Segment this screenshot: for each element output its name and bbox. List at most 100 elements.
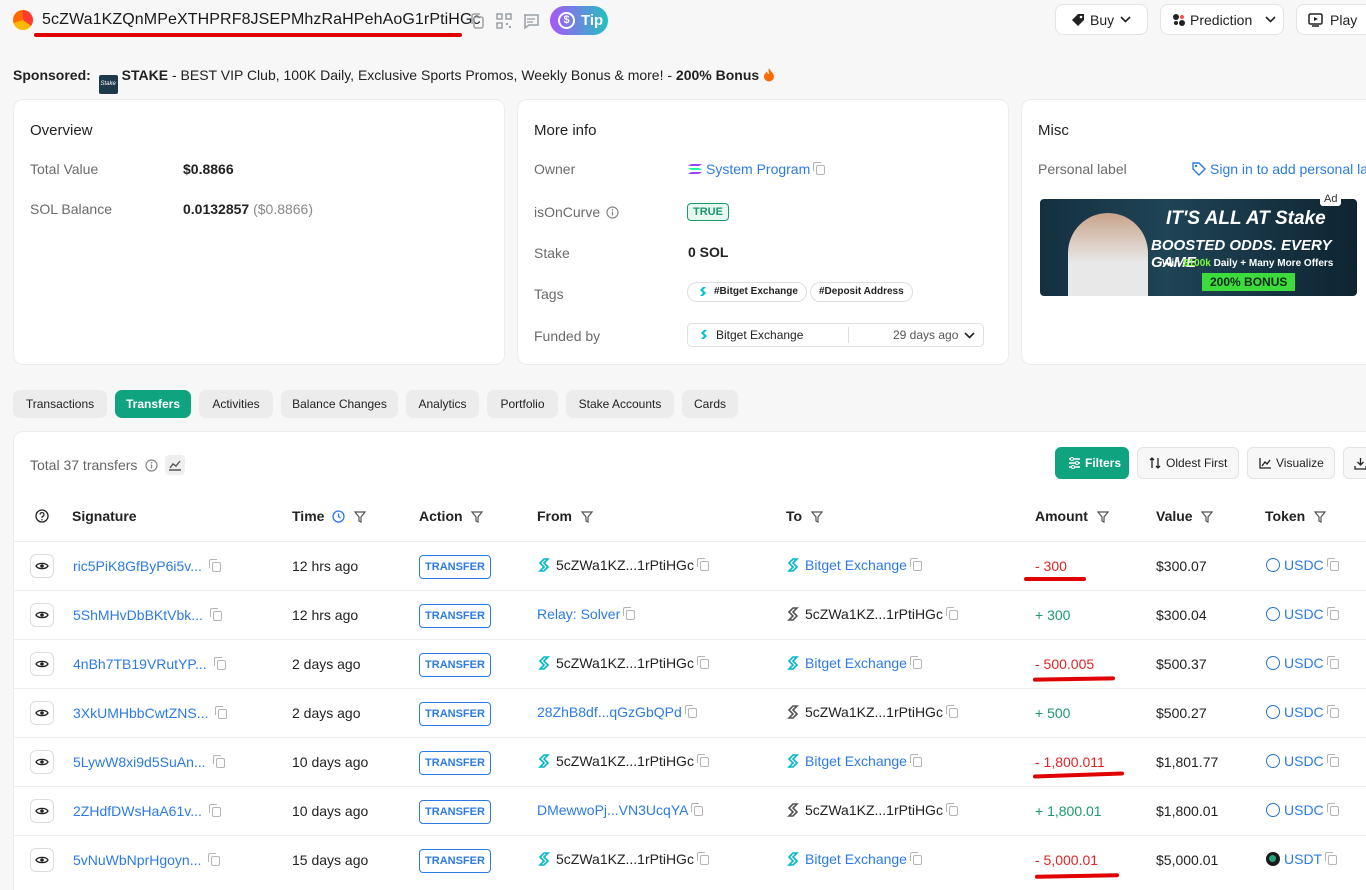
filter-icon[interactable] <box>353 511 367 523</box>
from-cell[interactable]: 5cZWa1KZ...1rPtiHGc <box>537 557 709 573</box>
tab-activities[interactable]: Activities <box>199 390 273 418</box>
visualize-button[interactable]: Visualize <box>1247 447 1335 479</box>
tab-transactions[interactable]: Transactions <box>13 390 107 418</box>
tab-transfers[interactable]: Transfers <box>115 390 191 418</box>
to-cell[interactable]: 5cZWa1KZ...1rPtiHGc <box>786 802 958 818</box>
copy-icon[interactable] <box>696 852 709 865</box>
signature-link[interactable]: 5LywW8xi9d5SuAn... <box>73 754 206 770</box>
signature-cell[interactable]: 4nBh7TB19VRutYP... <box>73 656 226 672</box>
tab-portfolio[interactable]: Portfolio <box>487 390 558 418</box>
from-cell[interactable]: 28ZhB8df...qGzGbQPd <box>537 704 697 720</box>
col-token[interactable]: Token <box>1265 508 1327 524</box>
from-address[interactable]: 5cZWa1KZ...1rPtiHGc <box>556 557 694 573</box>
from-cell[interactable]: DMewwoPj...VN3UcqYA <box>537 802 704 818</box>
copy-icon[interactable] <box>1326 754 1339 767</box>
help-icon[interactable] <box>35 509 49 523</box>
token-link[interactable]: USDC <box>1284 753 1324 769</box>
filter-icon[interactable] <box>580 511 594 523</box>
copy-icon[interactable] <box>684 705 697 718</box>
oldest-first-button[interactable]: Oldest First <box>1137 447 1239 479</box>
view-details-button[interactable] <box>30 750 54 774</box>
tab-balance-changes[interactable]: Balance Changes <box>281 390 398 418</box>
signature-link[interactable]: 4nBh7TB19VRutYP... <box>73 656 207 672</box>
to-cell[interactable]: Bitget Exchange <box>786 753 922 769</box>
view-details-button[interactable] <box>30 848 54 872</box>
view-details-button[interactable] <box>30 554 54 578</box>
tab-analytics[interactable]: Analytics <box>406 390 479 418</box>
copy-icon[interactable] <box>215 706 228 719</box>
filters-button[interactable]: Filters <box>1055 447 1129 479</box>
signature-link[interactable]: 3XkUMHbbCwtZNS... <box>73 705 208 721</box>
play-button[interactable]: Play <box>1296 4 1366 35</box>
from-address[interactable]: 5cZWa1KZ...1rPtiHGc <box>556 655 694 671</box>
to-cell[interactable]: Bitget Exchange <box>786 655 922 671</box>
copy-icon[interactable] <box>909 656 922 669</box>
col-to[interactable]: To <box>786 508 824 524</box>
signature-cell[interactable]: 2ZHdfDWsHaA61v... <box>73 803 221 819</box>
from-address[interactable]: 28ZhB8df...qGzGbQPd <box>537 704 682 720</box>
copy-icon[interactable] <box>696 656 709 669</box>
copy-icon[interactable] <box>909 754 922 767</box>
copy-icon[interactable] <box>1326 558 1339 571</box>
copy-icon[interactable] <box>208 804 221 817</box>
comment-icon[interactable] <box>522 12 540 30</box>
col-amount[interactable]: Amount <box>1035 508 1110 524</box>
table-row[interactable]: 5LywW8xi9d5SuAn... 10 days ago TRANSFER 5cZ… <box>14 737 1366 786</box>
to-address[interactable]: 5cZWa1KZ...1rPtiHGc <box>805 606 943 622</box>
copy-icon[interactable] <box>696 558 709 571</box>
to-address[interactable]: Bitget Exchange <box>805 851 907 867</box>
tab-cards[interactable]: Cards <box>682 390 738 418</box>
token-cell[interactable]: USDC <box>1266 753 1339 769</box>
token-link[interactable]: USDC <box>1284 704 1324 720</box>
from-cell[interactable]: 5cZWa1KZ...1rPtiHGc <box>537 655 709 671</box>
copy-icon[interactable] <box>691 803 704 816</box>
table-row[interactable]: 3XkUMHbbCwtZNS... 2 days ago TRANSFER 28ZhB… <box>14 688 1366 737</box>
copy-icon[interactable] <box>212 755 225 768</box>
copy-icon[interactable] <box>1326 803 1339 816</box>
qr-code-icon[interactable] <box>495 12 513 30</box>
sponsored-banner[interactable]: Sponsored: StakeSTAKE - BEST VIP Club, 1… <box>13 67 775 94</box>
copy-icon[interactable] <box>213 657 226 670</box>
tag-bitget-exchange[interactable]: #Bitget Exchange <box>687 282 807 302</box>
download-button[interactable] <box>1343 447 1366 479</box>
col-value[interactable]: Value <box>1156 508 1214 524</box>
to-address[interactable]: 5cZWa1KZ...1rPtiHGc <box>805 802 943 818</box>
chart-toggle[interactable] <box>165 455 186 475</box>
view-details-button[interactable] <box>30 652 54 676</box>
filter-icon[interactable] <box>1201 511 1214 523</box>
signature-link[interactable]: 2ZHdfDWsHaA61v... <box>73 803 202 819</box>
copy-icon[interactable] <box>945 803 958 816</box>
filter-icon[interactable] <box>1313 511 1327 523</box>
signature-cell[interactable]: 5ShMHvDbBKtVbk... <box>73 607 222 623</box>
from-cell[interactable]: 5cZWa1KZ...1rPtiHGc <box>537 851 709 867</box>
buy-button[interactable]: Buy <box>1055 4 1148 35</box>
from-address[interactable]: 5cZWa1KZ...1rPtiHGc <box>556 753 694 769</box>
signature-cell[interactable]: 5LywW8xi9d5SuAn... <box>73 754 225 770</box>
token-cell[interactable]: USDC <box>1266 655 1339 671</box>
copy-icon[interactable] <box>209 608 222 621</box>
copy-icon[interactable] <box>1326 656 1339 669</box>
tip-button[interactable]: $ Tip <box>550 6 608 35</box>
copy-icon[interactable] <box>813 162 826 175</box>
token-cell[interactable]: USDC <box>1266 704 1339 720</box>
table-row[interactable]: 4nBh7TB19VRutYP... 2 days ago TRANSFER 5cZW… <box>14 639 1366 688</box>
to-cell[interactable]: 5cZWa1KZ...1rPtiHGc <box>786 704 958 720</box>
table-row[interactable]: 2ZHdfDWsHaA61v... 10 days ago TRANSFER DMew… <box>14 786 1366 835</box>
token-cell[interactable]: USDC <box>1266 606 1339 622</box>
to-cell[interactable]: 5cZWa1KZ...1rPtiHGc <box>786 606 958 622</box>
copy-icon[interactable] <box>208 559 221 572</box>
signature-link[interactable]: ric5PiK8GfByP6i5v... <box>73 558 202 574</box>
token-link[interactable]: USDC <box>1284 802 1324 818</box>
account-address[interactable]: 5cZWa1KZQnMPeXTHPRF8JSEPMhzRaHPehAoG1rPt… <box>42 11 481 29</box>
from-address[interactable]: Relay: Solver <box>537 606 620 622</box>
copy-icon[interactable] <box>909 852 922 865</box>
copy-icon[interactable] <box>945 705 958 718</box>
table-row[interactable]: ric5PiK8GfByP6i5v... 12 hrs ago TRANSFER 5c… <box>14 541 1366 590</box>
info-icon[interactable] <box>606 206 619 219</box>
signature-link[interactable]: 5ShMHvDbBKtVbk... <box>73 607 203 623</box>
token-link[interactable]: USDC <box>1284 655 1324 671</box>
token-link[interactable]: USDT <box>1284 851 1322 867</box>
owner-link[interactable]: System Program <box>706 161 810 177</box>
from-cell[interactable]: Relay: Solver <box>537 606 636 622</box>
signature-cell[interactable]: ric5PiK8GfByP6i5v... <box>73 558 221 574</box>
